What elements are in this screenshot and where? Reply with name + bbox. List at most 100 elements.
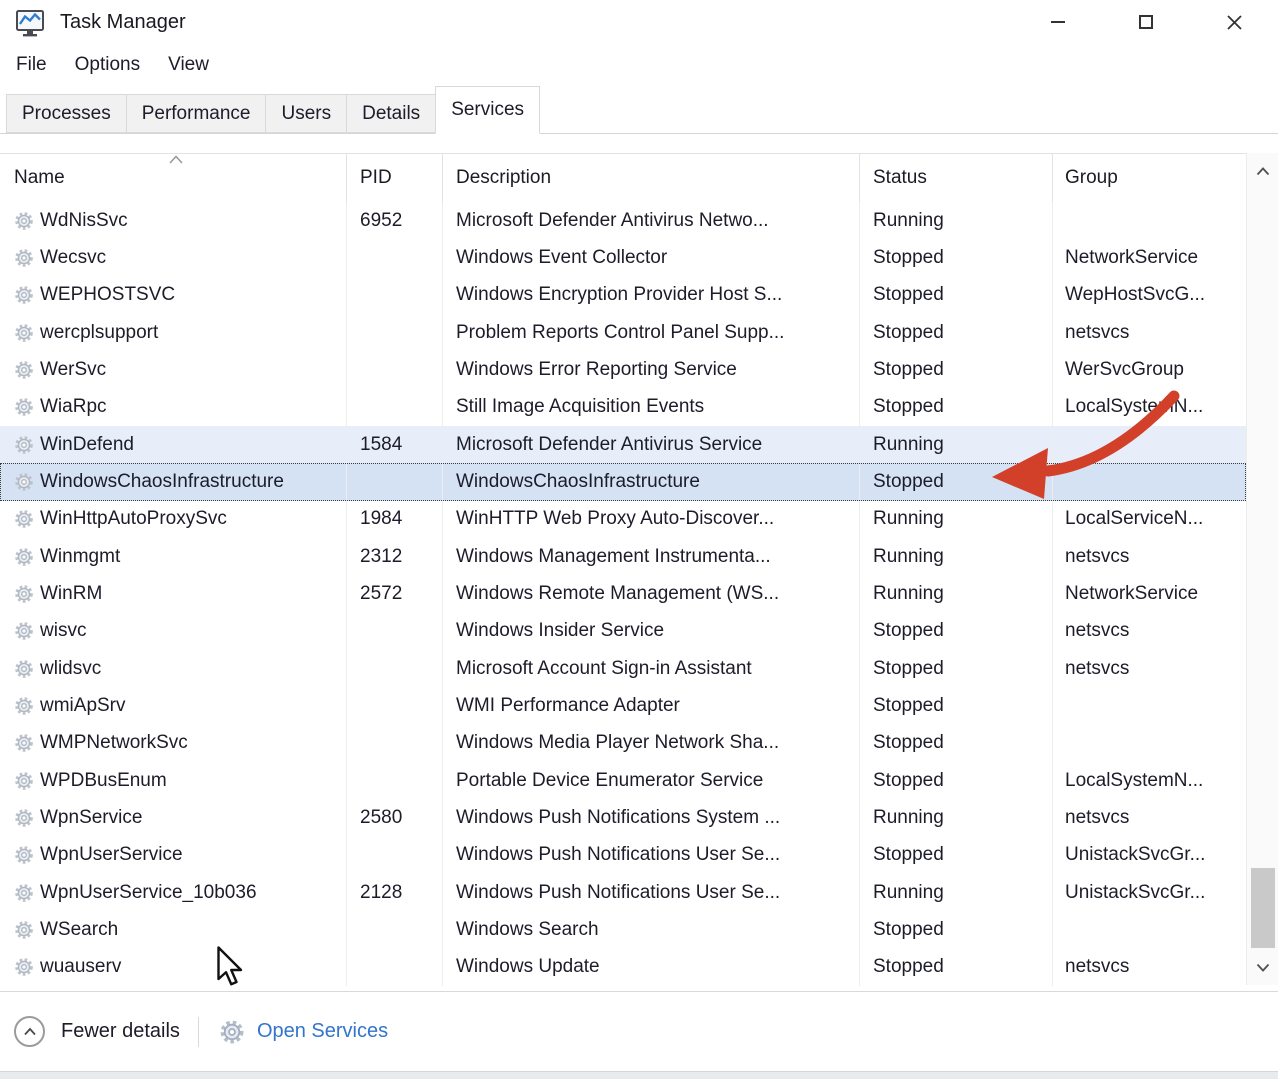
service-name: WdNisSvc	[40, 210, 128, 232]
footer: Fewer details Open Services	[0, 992, 1278, 1071]
table-row-selected[interactable]: WindowsChaosInfrastructure WindowsChaosI…	[0, 463, 1246, 500]
table-row[interactable]: WinDefend 1584 Microsoft Defender Antivi…	[0, 426, 1246, 463]
table-row[interactable]: WerSvc Windows Error Reporting Service S…	[0, 351, 1246, 388]
service-gear-icon	[14, 584, 34, 604]
service-group: netsvcs	[1053, 538, 1246, 575]
service-status: Stopped	[860, 837, 1053, 874]
service-description: Windows Push Notifications User Se...	[443, 837, 860, 874]
table-row[interactable]: WiaRpc Still Image Acquisition Events St…	[0, 389, 1246, 426]
column-header-description[interactable]: Description	[443, 154, 860, 202]
table-row[interactable]: WPDBusEnum Portable Device Enumerator Se…	[0, 762, 1246, 799]
table-row[interactable]: Wecsvc Windows Event Collector Stopped N…	[0, 239, 1246, 276]
service-group: WepHostSvcG...	[1053, 277, 1246, 314]
scroll-down-button[interactable]	[1247, 951, 1278, 983]
column-header-pid[interactable]: PID	[347, 154, 443, 202]
service-status: Running	[860, 538, 1053, 575]
service-group: netsvcs	[1053, 314, 1246, 351]
table-row[interactable]: wuauserv Windows Update Stopped netsvcs	[0, 949, 1246, 986]
service-gear-icon	[14, 435, 34, 455]
service-group: NetworkService	[1053, 239, 1246, 276]
service-group: netsvcs	[1053, 799, 1246, 836]
table-row[interactable]: WpnUserService_10b036 2128 Windows Push …	[0, 874, 1246, 911]
service-name: wisvc	[40, 620, 86, 642]
menu-item-file[interactable]: File	[2, 48, 61, 82]
table-row[interactable]: WpnService 2580 Windows Push Notificatio…	[0, 799, 1246, 836]
tab-performance[interactable]: Performance	[126, 94, 267, 133]
service-pid	[347, 837, 443, 874]
table-row[interactable]: wlidsvc Microsoft Account Sign-in Assist…	[0, 650, 1246, 687]
column-header-group[interactable]: Group	[1053, 154, 1246, 202]
service-description: Windows Push Notifications System ...	[443, 799, 860, 836]
service-gear-icon	[14, 509, 34, 529]
service-pid	[347, 650, 443, 687]
service-status: Stopped	[860, 314, 1053, 351]
tab-users[interactable]: Users	[265, 94, 347, 133]
minimize-button[interactable]	[1014, 0, 1102, 44]
service-status: Running	[860, 874, 1053, 911]
table-row[interactable]: Winmgmt 2312 Windows Management Instrume…	[0, 538, 1246, 575]
service-status: Stopped	[860, 239, 1053, 276]
close-button[interactable]	[1190, 0, 1278, 44]
service-description: Microsoft Defender Antivirus Netwo...	[443, 202, 860, 239]
table-row[interactable]: wisvc Windows Insider Service Stopped ne…	[0, 613, 1246, 650]
service-description: WindowsChaosInfrastructure	[443, 463, 860, 500]
service-name: WinRM	[40, 583, 102, 605]
service-group: UnistackSvcGr...	[1053, 837, 1246, 874]
tab-services[interactable]: Services	[435, 86, 540, 134]
service-gear-icon	[14, 211, 34, 231]
tab-processes[interactable]: Processes	[6, 94, 127, 133]
fewer-details-label: Fewer details	[61, 1020, 180, 1043]
table-row[interactable]: wercplsupport Problem Reports Control Pa…	[0, 314, 1246, 351]
service-description: Windows Encryption Provider Host S...	[443, 277, 860, 314]
table-row[interactable]: WpnUserService Windows Push Notification…	[0, 837, 1246, 874]
service-status: Stopped	[860, 725, 1053, 762]
menu-item-view[interactable]: View	[154, 48, 223, 82]
service-description: WinHTTP Web Proxy Auto-Discover...	[443, 501, 860, 538]
table-row[interactable]: WinRM 2572 Windows Remote Management (WS…	[0, 575, 1246, 612]
service-gear-icon	[14, 397, 34, 417]
table-row[interactable]: WdNisSvc 6952 Microsoft Defender Antivir…	[0, 202, 1246, 239]
service-status: Stopped	[860, 351, 1053, 388]
table-row[interactable]: WSearch Windows Search Stopped	[0, 911, 1246, 948]
service-gear-icon	[14, 883, 34, 903]
service-gear-icon	[14, 957, 34, 977]
service-description: Windows Error Reporting Service	[443, 351, 860, 388]
menu-item-options[interactable]: Options	[61, 48, 154, 82]
service-gear-icon	[14, 920, 34, 940]
menubar: FileOptionsView	[0, 44, 1278, 86]
tab-details[interactable]: Details	[346, 94, 436, 133]
open-services-link[interactable]: Open Services	[219, 1019, 388, 1045]
service-gear-icon	[14, 360, 34, 380]
service-status: Stopped	[860, 650, 1053, 687]
table-row[interactable]: WMPNetworkSvc Windows Media Player Netwo…	[0, 725, 1246, 762]
service-group: LocalSystemN...	[1053, 762, 1246, 799]
scroll-up-button[interactable]	[1247, 155, 1278, 187]
service-gear-icon	[14, 472, 34, 492]
service-pid	[347, 725, 443, 762]
scrollbar-thumb[interactable]	[1251, 868, 1275, 948]
service-name: wmiApSrv	[40, 695, 126, 717]
service-pid: 1584	[347, 426, 443, 463]
table-row[interactable]: WinHttpAutoProxySvc 1984 WinHTTP Web Pro…	[0, 501, 1246, 538]
maximize-button[interactable]	[1102, 0, 1190, 44]
service-pid	[347, 613, 443, 650]
column-header-status[interactable]: Status	[860, 154, 1053, 202]
service-description: Windows Push Notifications User Se...	[443, 874, 860, 911]
vertical-scrollbar[interactable]	[1246, 153, 1278, 985]
service-status: Stopped	[860, 389, 1053, 426]
table-row[interactable]: WEPHOSTSVC Windows Encryption Provider H…	[0, 277, 1246, 314]
service-group	[1053, 725, 1246, 762]
service-description: Windows Search	[443, 911, 860, 948]
service-status: Stopped	[860, 687, 1053, 724]
service-status: Running	[860, 799, 1053, 836]
table-row[interactable]: wmiApSrv WMI Performance Adapter Stopped	[0, 687, 1246, 724]
window-title: Task Manager	[60, 11, 186, 34]
service-group	[1053, 687, 1246, 724]
fewer-details-button[interactable]: Fewer details	[14, 1016, 180, 1047]
open-services-label: Open Services	[257, 1020, 388, 1043]
service-description: Microsoft Defender Antivirus Service	[443, 426, 860, 463]
service-pid: 2128	[347, 874, 443, 911]
tabstrip: ProcessesPerformanceUsersDetailsServices	[0, 86, 1278, 134]
service-status: Stopped	[860, 949, 1053, 986]
service-description: Windows Remote Management (WS...	[443, 575, 860, 612]
